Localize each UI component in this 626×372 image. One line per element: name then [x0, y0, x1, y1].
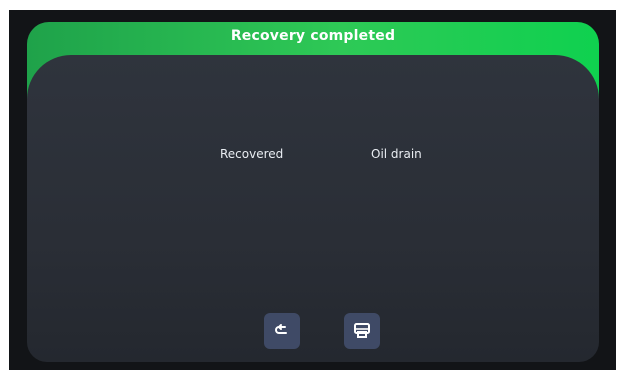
- page-title: Recovery completed: [230, 28, 396, 44]
- return-icon: [273, 322, 291, 340]
- print-button[interactable]: [344, 313, 380, 349]
- oil-drain-label: Oil drain: [371, 147, 422, 161]
- recovery-screen: Recovery completed Recovered Oil drain: [9, 10, 616, 370]
- recovered-label: Recovered: [220, 147, 284, 161]
- printer-icon: [352, 321, 372, 341]
- content-panel: Recovered Oil drain: [27, 55, 599, 362]
- back-button[interactable]: [264, 313, 300, 349]
